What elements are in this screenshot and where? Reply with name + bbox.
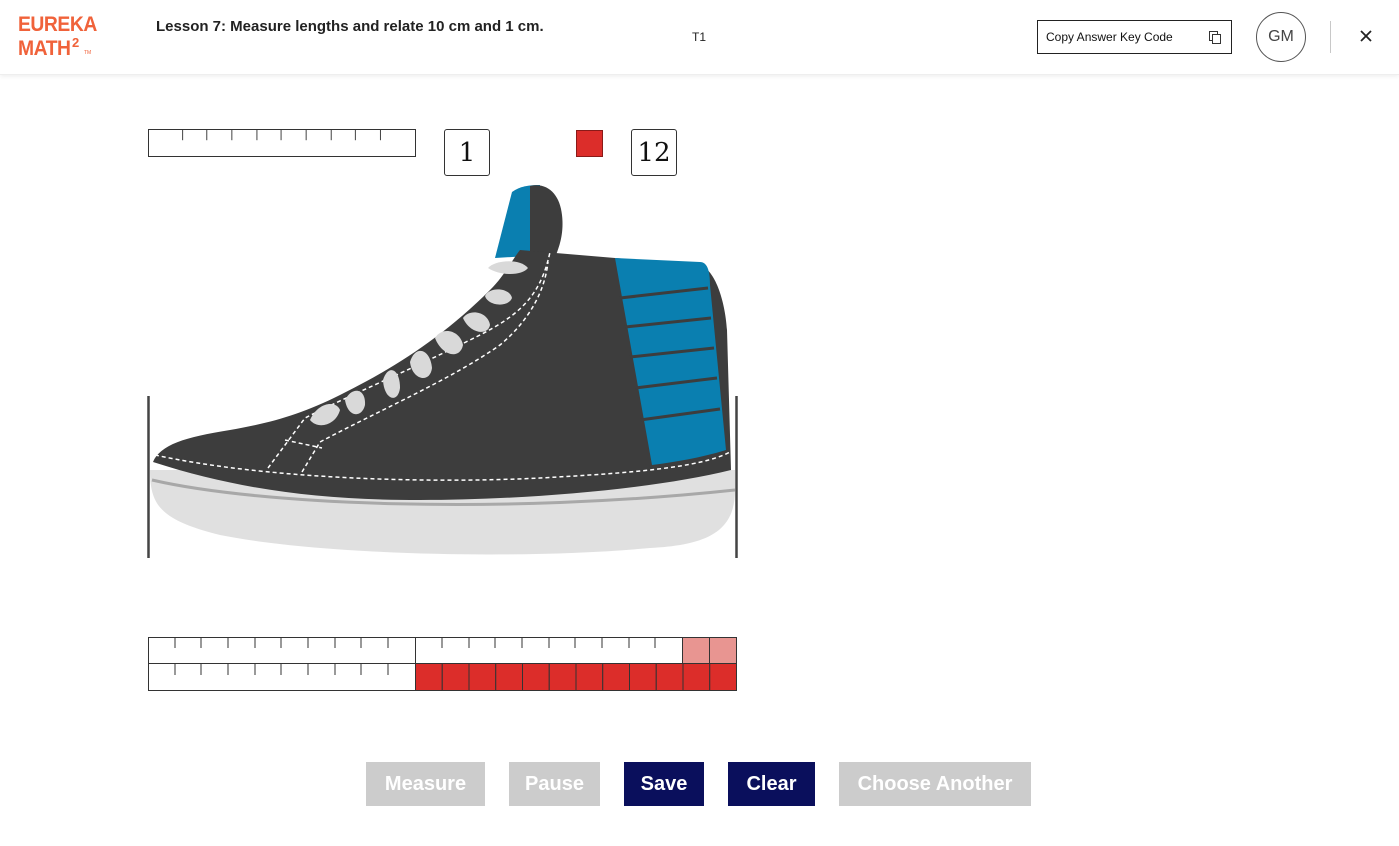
clear-button[interactable]: Clear [728, 762, 815, 806]
save-button[interactable]: Save [624, 762, 704, 806]
measurement-strip [148, 637, 737, 691]
top-bar: EUREKA MATH 2 TM Lesson 7: Measure lengt… [0, 0, 1399, 75]
user-avatar[interactable]: GM [1256, 12, 1306, 62]
action-button-row: Measure Pause Save Clear Choose Another [0, 762, 1399, 806]
ten-centimeter-stick[interactable] [148, 129, 416, 157]
centimeter-cube[interactable] [576, 130, 603, 157]
eureka-math-logo: EUREKA MATH 2 TM [18, 13, 97, 60]
lesson-title: Lesson 7: Measure lengths and relate 10 … [156, 18, 544, 35]
header-divider [1330, 21, 1331, 53]
centimeter-count: 12 [631, 129, 677, 176]
copy-icon [1209, 31, 1221, 44]
close-icon[interactable] [1355, 25, 1377, 47]
measure-button[interactable]: Measure [366, 762, 485, 806]
copy-answer-key-label: Copy Answer Key Code [1046, 30, 1173, 44]
copy-answer-key-button[interactable]: Copy Answer Key Code [1037, 20, 1232, 54]
topic-tag: T1 [692, 30, 707, 44]
ten-stick-count: 1 [444, 129, 490, 176]
choose-another-button[interactable]: Choose Another [839, 762, 1031, 806]
pause-button[interactable]: Pause [509, 762, 600, 806]
sneaker-image [147, 185, 738, 558]
